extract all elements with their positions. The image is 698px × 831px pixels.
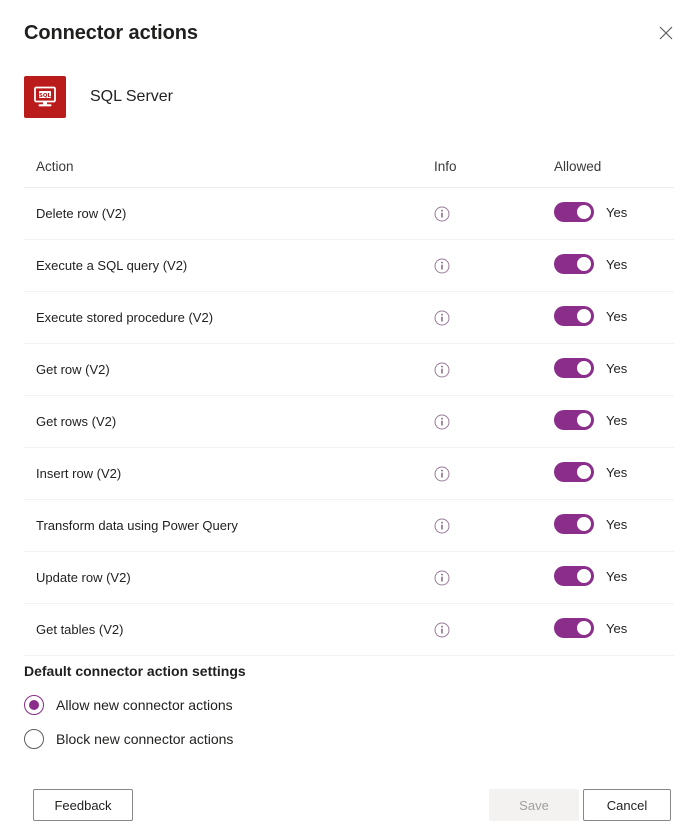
table-row: Get tables (V2) Yes bbox=[24, 604, 674, 656]
info-icon[interactable] bbox=[434, 570, 450, 586]
radio-option-block[interactable]: Block new connector actions bbox=[24, 727, 674, 751]
connector-identity: SQL SQL Server bbox=[24, 76, 173, 118]
toggle-knob bbox=[577, 517, 591, 531]
toggle-knob bbox=[577, 309, 591, 323]
info-cell bbox=[434, 414, 554, 430]
panel-header: Connector actions bbox=[0, 0, 698, 62]
info-cell bbox=[434, 206, 554, 222]
save-button[interactable]: Save bbox=[489, 789, 579, 821]
allowed-label: Yes bbox=[606, 309, 627, 324]
allowed-label: Yes bbox=[606, 413, 627, 428]
radio-label: Allow new connector actions bbox=[56, 697, 233, 713]
allowed-label: Yes bbox=[606, 465, 627, 480]
connector-actions-table: Action Info Allowed Delete row (V2)YesEx… bbox=[24, 145, 674, 656]
info-icon[interactable] bbox=[434, 310, 450, 326]
allowed-toggle[interactable] bbox=[554, 410, 594, 430]
feedback-button[interactable]: Feedback bbox=[33, 789, 133, 821]
sql-server-icon: SQL bbox=[24, 76, 66, 118]
table-row: Get row (V2) Yes bbox=[24, 344, 674, 396]
allowed-toggle[interactable] bbox=[554, 618, 594, 638]
table-row: Insert row (V2) Yes bbox=[24, 448, 674, 500]
cancel-button[interactable]: Cancel bbox=[583, 789, 671, 821]
action-name: Delete row (V2) bbox=[24, 206, 434, 221]
info-cell bbox=[434, 570, 554, 586]
toggle-knob bbox=[577, 257, 591, 271]
table-row: Delete row (V2) Yes bbox=[24, 188, 674, 240]
allowed-label: Yes bbox=[606, 257, 627, 272]
allowed-cell: Yes bbox=[554, 310, 674, 326]
action-name: Update row (V2) bbox=[24, 570, 434, 585]
allowed-label: Yes bbox=[606, 361, 627, 376]
allowed-toggle[interactable] bbox=[554, 514, 594, 534]
action-name: Get rows (V2) bbox=[24, 414, 434, 429]
info-cell bbox=[434, 258, 554, 274]
table-row: Execute stored procedure (V2) Yes bbox=[24, 292, 674, 344]
info-icon[interactable] bbox=[434, 206, 450, 222]
toggle-knob bbox=[577, 621, 591, 635]
panel-footer: Feedback Save Cancel bbox=[0, 786, 698, 831]
table-row: Execute a SQL query (V2) Yes bbox=[24, 240, 674, 292]
action-name: Get tables (V2) bbox=[24, 622, 434, 637]
close-button[interactable] bbox=[650, 17, 682, 49]
info-icon[interactable] bbox=[434, 622, 450, 638]
toggle-knob bbox=[577, 465, 591, 479]
allowed-toggle[interactable] bbox=[554, 254, 594, 274]
info-cell bbox=[434, 362, 554, 378]
info-icon[interactable] bbox=[434, 414, 450, 430]
radio-button[interactable] bbox=[24, 695, 44, 715]
action-name: Execute a SQL query (V2) bbox=[24, 258, 434, 273]
allowed-label: Yes bbox=[606, 621, 627, 636]
radio-label: Block new connector actions bbox=[56, 731, 233, 747]
toggle-knob bbox=[577, 361, 591, 375]
allowed-cell: Yes bbox=[554, 414, 674, 430]
info-icon[interactable] bbox=[434, 258, 450, 274]
info-cell bbox=[434, 622, 554, 638]
action-name: Get row (V2) bbox=[24, 362, 434, 377]
allowed-cell: Yes bbox=[554, 206, 674, 222]
allowed-toggle[interactable] bbox=[554, 358, 594, 378]
allowed-toggle[interactable] bbox=[554, 462, 594, 482]
info-cell bbox=[434, 310, 554, 326]
defaults-radio-group[interactable]: Allow new connector actions Block new con… bbox=[24, 693, 674, 751]
allowed-toggle[interactable] bbox=[554, 306, 594, 326]
connector-name: SQL Server bbox=[90, 88, 173, 106]
info-icon[interactable] bbox=[434, 518, 450, 534]
table-body: Delete row (V2)YesExecute a SQL query (V… bbox=[24, 188, 674, 656]
radio-option-allow[interactable]: Allow new connector actions bbox=[24, 693, 674, 717]
table-row: Update row (V2) Yes bbox=[24, 552, 674, 604]
action-name: Transform data using Power Query bbox=[24, 518, 434, 533]
allowed-cell: Yes bbox=[554, 362, 674, 378]
toggle-knob bbox=[577, 413, 591, 427]
radio-button[interactable] bbox=[24, 729, 44, 749]
allowed-cell: Yes bbox=[554, 258, 674, 274]
action-name: Insert row (V2) bbox=[24, 466, 434, 481]
table-header-row: Action Info Allowed bbox=[24, 145, 674, 188]
column-header-action: Action bbox=[24, 159, 434, 174]
toggle-knob bbox=[577, 569, 591, 583]
page-title: Connector actions bbox=[24, 20, 198, 46]
column-header-allowed: Allowed bbox=[554, 159, 674, 174]
info-icon[interactable] bbox=[434, 362, 450, 378]
table-row: Get rows (V2) Yes bbox=[24, 396, 674, 448]
allowed-toggle[interactable] bbox=[554, 202, 594, 222]
defaults-title: Default connector action settings bbox=[24, 663, 674, 679]
info-cell bbox=[434, 466, 554, 482]
allowed-cell: Yes bbox=[554, 518, 674, 534]
table-row: Transform data using Power Query Yes bbox=[24, 500, 674, 552]
column-header-info: Info bbox=[434, 159, 554, 174]
allowed-label: Yes bbox=[606, 569, 627, 584]
info-cell bbox=[434, 518, 554, 534]
toggle-knob bbox=[577, 205, 591, 219]
allowed-cell: Yes bbox=[554, 466, 674, 482]
info-icon[interactable] bbox=[434, 466, 450, 482]
close-icon bbox=[659, 26, 673, 40]
allowed-cell: Yes bbox=[554, 570, 674, 586]
action-name: Execute stored procedure (V2) bbox=[24, 310, 434, 325]
allowed-label: Yes bbox=[606, 517, 627, 532]
allowed-toggle[interactable] bbox=[554, 566, 594, 586]
allowed-label: Yes bbox=[606, 205, 627, 220]
default-connector-action-settings: Default connector action settings Allow … bbox=[24, 663, 674, 761]
svg-text:SQL: SQL bbox=[39, 93, 51, 99]
allowed-cell: Yes bbox=[554, 622, 674, 638]
